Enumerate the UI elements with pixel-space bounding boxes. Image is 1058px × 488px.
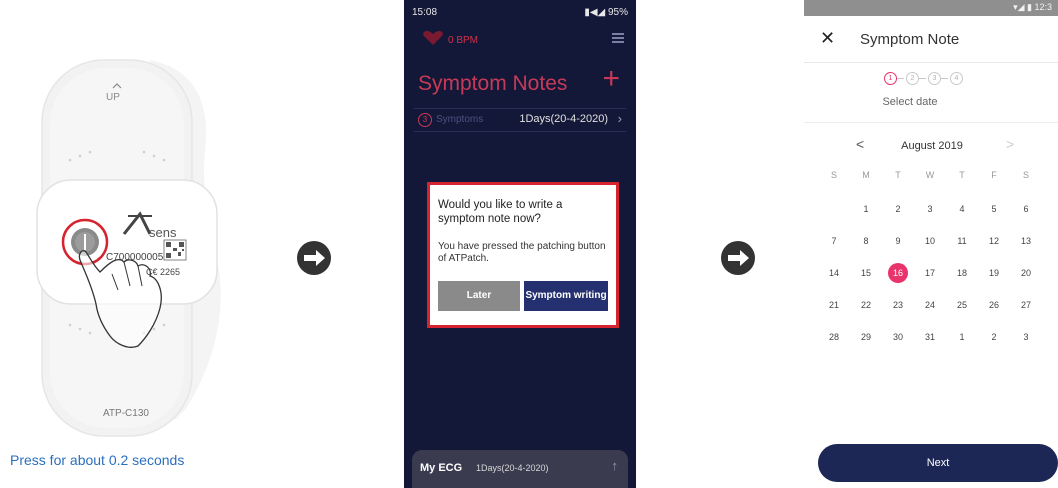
arrow-up-icon[interactable]: ↑ xyxy=(612,458,619,473)
weekday-label: S xyxy=(1022,170,1029,180)
device-brand: sens xyxy=(149,225,177,240)
symptom-writing-button[interactable]: Symptom writing xyxy=(524,281,608,311)
ecg-date: 1Days(20-4-2020) xyxy=(476,463,549,473)
arrow-right-glyph xyxy=(304,250,325,266)
status-icons: ▾◢ ▮ 12:3 xyxy=(1013,2,1052,12)
calendar-day-selected[interactable]: 16 xyxy=(883,264,913,282)
arrow-right-icon xyxy=(297,241,331,275)
symptom-count-badge: 3 xyxy=(418,113,432,127)
calendar-day[interactable]: 13 xyxy=(1011,232,1041,250)
symptom-note-dialog: Would you like to write a symptom note n… xyxy=(427,182,619,328)
weekday-label: T xyxy=(895,170,901,180)
calendar-day[interactable]: 2 xyxy=(883,200,913,218)
arrow-right-icon xyxy=(721,241,755,275)
calendar-day[interactable]: 6 xyxy=(1011,200,1041,218)
calendar-day[interactable]: 25 xyxy=(947,296,977,314)
step-4: 4 xyxy=(950,72,963,85)
step-indicator: 1 2 3 4 xyxy=(884,72,994,86)
weekday-label: S xyxy=(830,170,837,180)
status-bar: ▾◢ ▮ 12:3 xyxy=(804,0,1058,16)
next-month-button[interactable]: > xyxy=(1006,136,1014,152)
status-battery: ▮◀◢ 95% xyxy=(584,7,628,18)
calendar-month: August 2019 xyxy=(901,140,963,152)
calendar-day[interactable]: 22 xyxy=(851,296,881,314)
page-title: Symptom Notes xyxy=(418,72,568,95)
calendar-day[interactable]: 15 xyxy=(851,264,881,282)
calendar-day[interactable]: 28 xyxy=(819,328,849,346)
app-title: Symptom Note xyxy=(860,31,960,48)
device-up-label: UP xyxy=(106,92,120,103)
weekday-label: F xyxy=(991,170,997,180)
calendar-day[interactable]: 1 xyxy=(947,328,977,346)
calendar-day[interactable]: 14 xyxy=(819,264,849,282)
symptoms-date: 1Days(20-4-2020) xyxy=(519,113,608,125)
calendar-day[interactable]: 3 xyxy=(915,200,945,218)
device-cert-number: 2265 xyxy=(160,267,181,277)
menu-icon[interactable] xyxy=(612,33,624,43)
weekday-label: T xyxy=(959,170,965,180)
select-date-label: Select date xyxy=(882,96,938,108)
bpm-row: 0 BPM xyxy=(404,26,636,54)
step-1: 1 xyxy=(884,72,897,85)
weekday-label: M xyxy=(862,170,870,180)
calendar-day[interactable]: 30 xyxy=(883,328,913,346)
add-note-button[interactable]: + xyxy=(602,62,620,96)
calendar-day[interactable]: 8 xyxy=(851,232,881,250)
calendar-day[interactable]: 12 xyxy=(979,232,1009,250)
my-ecg-drawer[interactable]: My ECG 1Days(20-4-2020) ↑ xyxy=(412,450,628,488)
device-panel: UP sens C700000005 C€ 2265 ATP-C130 Pres… xyxy=(0,0,260,488)
later-button[interactable]: Later xyxy=(438,281,520,311)
close-icon[interactable]: ✕ xyxy=(820,28,835,49)
calendar-day[interactable]: 27 xyxy=(1011,296,1041,314)
device-cert: C€ 2265 xyxy=(146,267,181,277)
calendar-day[interactable]: 20 xyxy=(1011,264,1041,282)
symptoms-label: Symptoms xyxy=(436,114,484,125)
phone-symptom-notes: 15:08 ▮◀◢ 95% 0 BPM Symptom Notes + 3 Sy… xyxy=(404,0,636,488)
device-caption: Press for about 0.2 seconds xyxy=(10,452,185,468)
next-button[interactable]: Next xyxy=(818,444,1058,482)
calendar-day[interactable]: 4 xyxy=(947,200,977,218)
calendar-day[interactable]: 2 xyxy=(979,328,1009,346)
calendar-day[interactable]: 1 xyxy=(851,200,881,218)
step-2: 2 xyxy=(906,72,919,85)
calendar-day[interactable]: 3 xyxy=(1011,328,1041,346)
calendar-day[interactable]: 17 xyxy=(915,264,945,282)
bpm-value: 0 BPM xyxy=(448,35,479,46)
status-bar: 15:08 ▮◀◢ 95% xyxy=(404,0,636,22)
step-3: 3 xyxy=(928,72,941,85)
phone-symptom-note-calendar: ▾◢ ▮ 12:3 ✕ Symptom Note 1 2 3 4 Select … xyxy=(804,0,1058,488)
dialog-message: You have pressed the patching button of … xyxy=(438,241,606,264)
calendar-day[interactable]: 9 xyxy=(883,232,913,250)
weekday-label: W xyxy=(925,170,935,180)
dialog-question: Would you like to write a symptom note n… xyxy=(438,199,563,225)
calendar-day[interactable]: 26 xyxy=(979,296,1009,314)
calendar-day[interactable]: 11 xyxy=(947,232,977,250)
arrow-right-glyph xyxy=(728,250,749,266)
calendar-day[interactable]: 21 xyxy=(819,296,849,314)
calendar-day[interactable]: 29 xyxy=(851,328,881,346)
status-time: 15:08 xyxy=(412,7,438,18)
calendar-day[interactable]: 19 xyxy=(979,264,1009,282)
calendar-day[interactable]: 23 xyxy=(883,296,913,314)
atpatch-device-illustration xyxy=(36,59,221,437)
device-serial: C700000005 xyxy=(106,252,164,263)
divider xyxy=(804,122,1058,123)
step-connector xyxy=(941,78,948,79)
prev-month-button[interactable]: < xyxy=(856,136,864,152)
battery-percent: 95% xyxy=(607,7,628,18)
calendar-day[interactable]: 18 xyxy=(947,264,977,282)
symptoms-row[interactable]: 3 Symptoms 1Days(20-4-2020) › xyxy=(414,108,626,132)
calendar-day[interactable]: 7 xyxy=(819,232,849,250)
calendar-day[interactable]: 5 xyxy=(979,200,1009,218)
app-bar: ✕ Symptom Note xyxy=(804,16,1058,63)
chevron-right-icon: › xyxy=(617,111,622,126)
step-connector xyxy=(897,78,904,79)
calendar-day[interactable]: 24 xyxy=(915,296,945,314)
heart-icon xyxy=(423,30,443,45)
calendar-day[interactable]: 10 xyxy=(915,232,945,250)
calendar-day[interactable]: 31 xyxy=(915,328,945,346)
ecg-label: My ECG xyxy=(420,462,463,474)
device-model: ATP-C130 xyxy=(103,408,149,419)
step-connector xyxy=(919,78,926,79)
